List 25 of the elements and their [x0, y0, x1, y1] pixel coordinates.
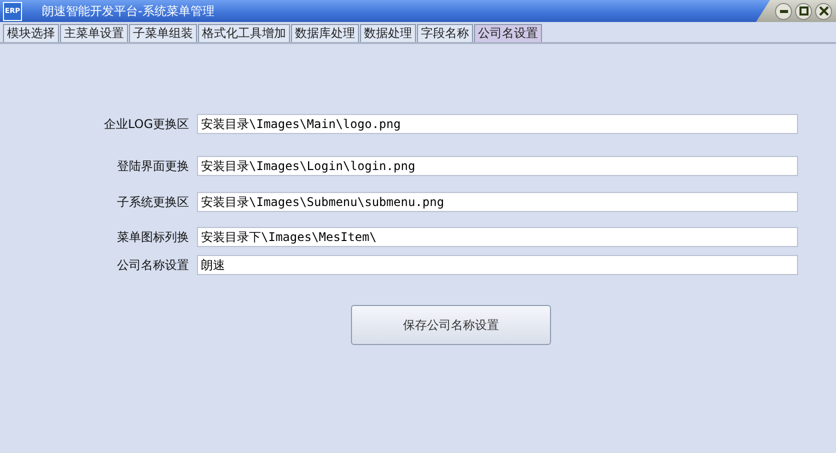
field-label: 子系统更换区 [116, 194, 190, 210]
tab[interactable]: 字段名称 [417, 24, 473, 42]
tab[interactable]: 数据库处理 [291, 24, 359, 42]
tab[interactable]: 子菜单组装 [129, 24, 197, 42]
field-label: 企业LOG更换区 [102, 116, 190, 132]
tab[interactable]: 模块选择 [3, 24, 59, 42]
field-label: 登陆界面更换 [116, 158, 190, 174]
window-title: 朗速智能开发平台-系统菜单管理 [42, 2, 214, 20]
field-label: 菜单图标列换 [116, 228, 190, 246]
close-icon [818, 6, 828, 16]
input-field[interactable]: 朗速 [197, 255, 798, 275]
tab[interactable]: 公司名设置 [474, 24, 542, 42]
field-label: 公司名称设置 [116, 256, 190, 274]
close-button[interactable] [815, 2, 832, 20]
tab[interactable]: 主菜单设置 [60, 24, 128, 42]
maximize-button[interactable] [795, 2, 812, 20]
save-button[interactable]: 保存公司名称设置 [351, 305, 551, 345]
tab[interactable]: 格式化工具增加 [198, 24, 290, 42]
input-field[interactable]: 安装目录\Images\Login\login.png [197, 156, 798, 176]
maximize-icon [798, 6, 808, 16]
input-field[interactable]: 安装目录下\Images\MesItem\ [197, 227, 798, 247]
input-field[interactable]: 安装目录\Images\Main\logo.png [197, 114, 798, 134]
minimize-button[interactable] [775, 2, 792, 20]
tab[interactable]: 数据处理 [360, 24, 416, 42]
input-field[interactable]: 安装目录\Images\Submenu\submenu.png [197, 192, 798, 212]
